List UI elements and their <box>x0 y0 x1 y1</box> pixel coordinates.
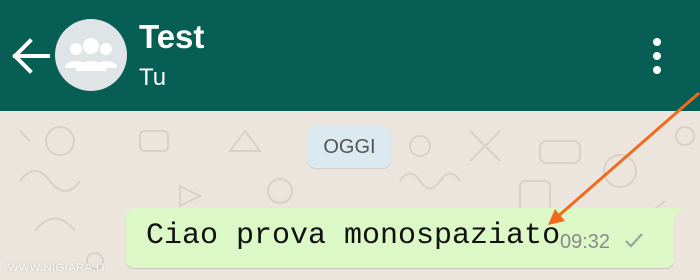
date-separator: OGGI <box>308 126 391 168</box>
contact-status: Tu <box>139 64 167 91</box>
back-button[interactable] <box>12 38 52 74</box>
chat-header: Test Tu <box>0 0 700 111</box>
arrow-left-icon <box>12 38 50 74</box>
single-check-icon <box>625 233 643 248</box>
more-vert-icon <box>653 38 661 74</box>
more-options-button[interactable] <box>644 36 670 76</box>
avatar[interactable] <box>55 19 127 91</box>
contact-name[interactable]: Test <box>139 18 204 56</box>
outgoing-message-bubble[interactable]: Ciao prova monospaziato 09:32 <box>126 208 674 268</box>
message-time: 09:32 <box>560 231 611 253</box>
group-icon <box>65 38 117 71</box>
chat-area[interactable]: OGGI Ciao prova monospaziato 09:32 <box>0 111 700 280</box>
watermark: WWW.NIGIARA.IT <box>8 262 107 274</box>
message-text: Ciao prova monospaziato <box>146 219 561 253</box>
